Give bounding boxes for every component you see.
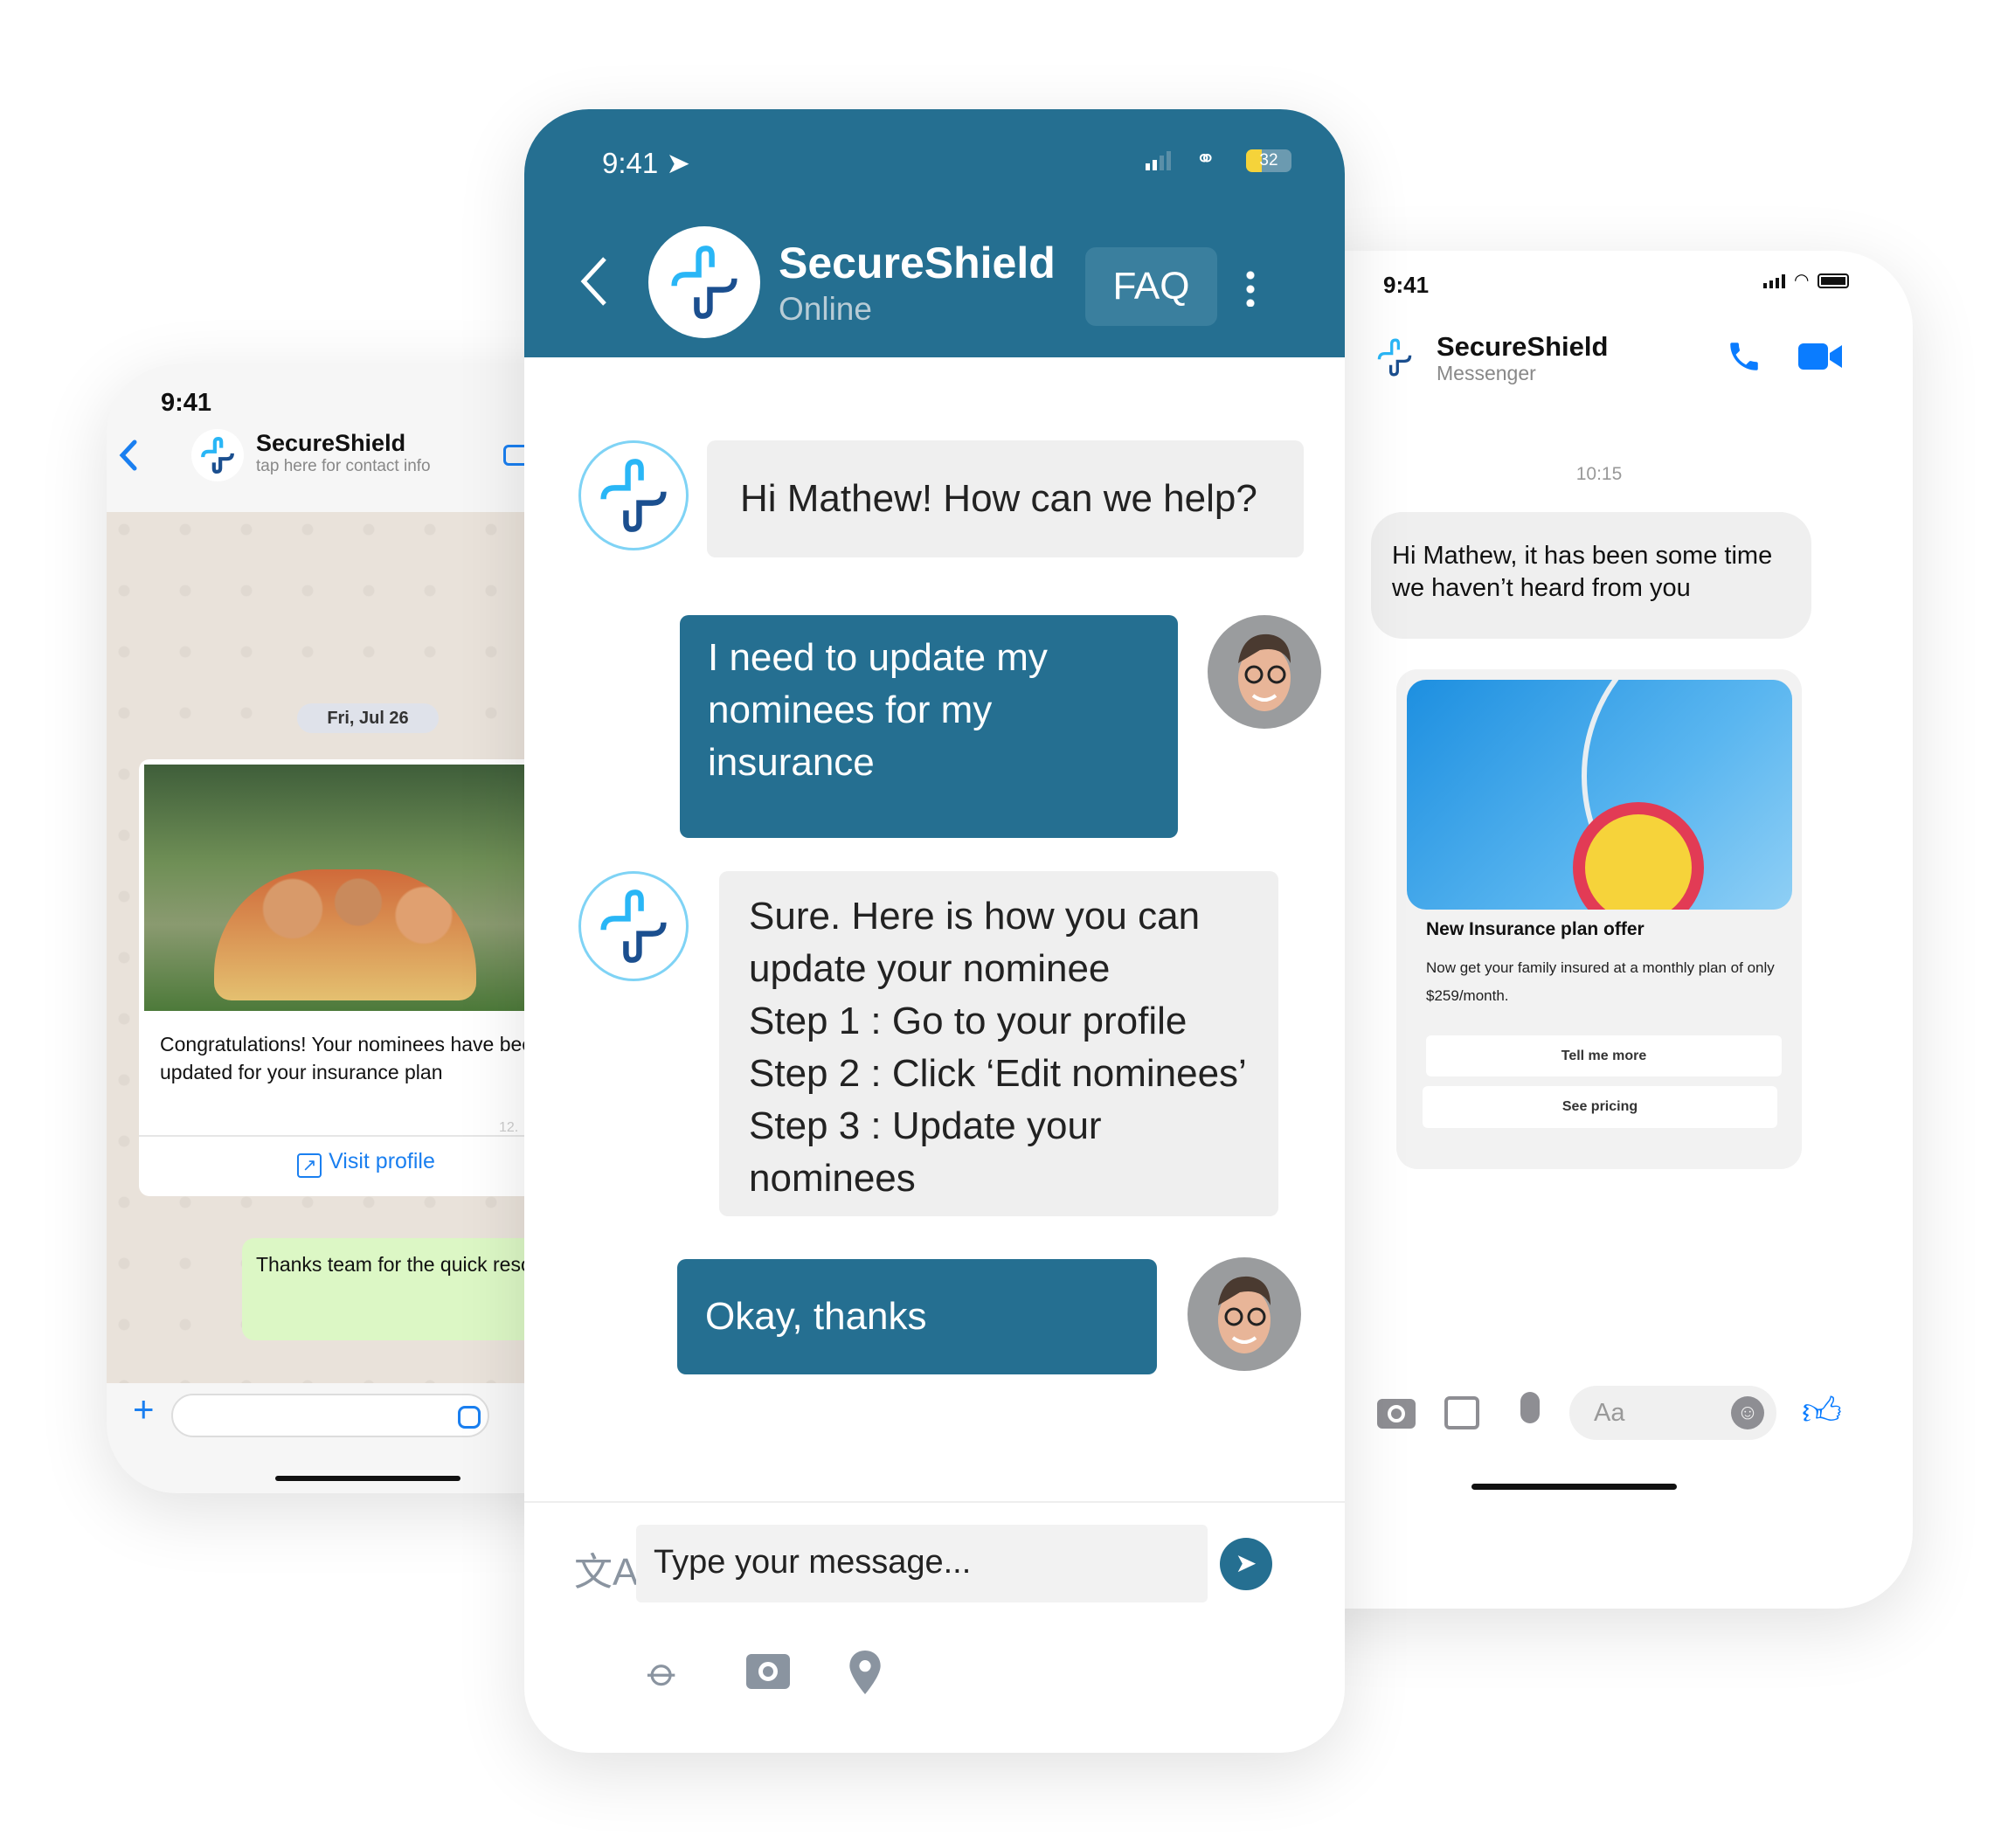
faq-button[interactable]: FAQ (1085, 247, 1217, 326)
contact-avatar[interactable] (191, 429, 244, 481)
home-indicator (1471, 1484, 1677, 1490)
signal-icon (1763, 274, 1785, 288)
message-line: I need to update my (708, 636, 1048, 679)
plus-icon[interactable]: + (133, 1391, 155, 1428)
card-text: Congratulations! Your nominees have been… (160, 1033, 544, 1083)
message-line: nominees for my (708, 689, 993, 731)
bot-avatar (578, 440, 689, 550)
brand-avatar[interactable] (648, 226, 760, 338)
family-figures (214, 869, 476, 1000)
messenger-phone: 9:41 ◠ SecureShield Messenger 10:15 Hi M… (1267, 251, 1913, 1609)
date-pill: Fri, Jul 26 (297, 703, 439, 733)
chat-title: SecureShield (779, 239, 1056, 287)
video-call-icon[interactable] (1798, 341, 1842, 372)
thumbs-up-icon[interactable]: 👍︎ (1802, 1388, 1842, 1435)
home-indicator (275, 1476, 460, 1481)
message-line: Step 2 : Click ‘Edit nominees’ (749, 1052, 1247, 1095)
secureshield-logo-icon (671, 246, 737, 319)
online-status: Online (779, 291, 872, 327)
bot-message: Sure. Here is how you can update your no… (719, 871, 1278, 1216)
user-message: Okay, thanks (677, 1259, 1157, 1374)
location-arrow-icon: ➤ (666, 147, 691, 179)
status-icons: ◠ (1763, 271, 1850, 290)
signal-icon (1146, 151, 1171, 170)
see-pricing-button[interactable]: See pricing (1423, 1086, 1777, 1128)
offer-card: New Insurance plan offer Now get your fa… (1396, 669, 1802, 1169)
message-line: Step 1 : Go to your profile (749, 1000, 1187, 1042)
user-avatar (1208, 615, 1321, 729)
more-options-icon[interactable] (1246, 268, 1255, 307)
user-face-icon (1238, 633, 1291, 711)
secureshield-logo-icon (600, 889, 667, 963)
secureshield-logo-icon (1377, 338, 1412, 377)
chat-background: Fri, Jul 26 Congratulations! Your nomine… (107, 512, 596, 1383)
contact-subtitle: Messenger (1437, 362, 1536, 384)
gallery-icon[interactable] (1444, 1396, 1479, 1429)
secureshield-logo-icon (600, 459, 667, 532)
ferris-wheel-image (1407, 680, 1792, 910)
divider (524, 1501, 1345, 1503)
back-chevron-icon[interactable] (577, 255, 612, 308)
battery-indicator: 32 (1246, 149, 1291, 172)
tell-me-more-button[interactable]: Tell me more (1426, 1035, 1782, 1076)
visit-profile-label: Visit profile (329, 1149, 435, 1173)
bot-avatar (578, 871, 689, 981)
offer-description: Now get your family insured at a monthly… (1426, 959, 1775, 1004)
bot-message: Hi Mathew! How can we help? (707, 440, 1304, 557)
contact-subtitle[interactable]: tap here for contact info (256, 457, 431, 476)
whatsapp-phone: 9:41 SecureShield tap here for contact i… (107, 364, 596, 1493)
contact-name[interactable]: SecureShield (1437, 331, 1608, 363)
external-link-icon: ↗ (297, 1153, 322, 1178)
message-input[interactable] (171, 1394, 489, 1437)
timestamp: 10:15 (1575, 464, 1623, 484)
status-time: 9:41 (161, 389, 212, 417)
contact-name[interactable]: SecureShield (256, 430, 405, 457)
wifi-icon: ◠ (1794, 271, 1810, 290)
status-time: 9:41 (1383, 272, 1430, 298)
chat-header: 9:41 ➤ ⚭ 32 SecureShield Online FAQ (524, 109, 1345, 357)
message-line: Step 3 : Update your (749, 1104, 1102, 1147)
translate-icon[interactable]: 文A (574, 1540, 638, 1596)
link-icon: ⚭ (1195, 145, 1216, 172)
microphone-icon[interactable] (1520, 1392, 1540, 1423)
emoji-icon[interactable]: ☺ (1731, 1396, 1764, 1429)
incoming-message: Hi Mathew, it has been some time we have… (1371, 512, 1811, 639)
input-placeholder: Aa (1594, 1399, 1625, 1427)
send-button[interactable]: ➤ (1220, 1538, 1272, 1590)
sticker-icon[interactable] (458, 1406, 481, 1429)
status-time-label: 9:41 (602, 147, 659, 179)
back-chevron-icon[interactable] (117, 440, 140, 471)
offer-title: New Insurance plan offer (1426, 919, 1644, 939)
secureshield-logo-icon (201, 437, 234, 474)
message-line: update your nominee (749, 947, 1111, 990)
battery-icon (1818, 273, 1850, 288)
message-line: Sure. Here is how you can (749, 895, 1201, 938)
message-input[interactable]: Aa ☺ (1569, 1386, 1776, 1440)
phone-call-icon[interactable] (1726, 338, 1762, 375)
message-input[interactable]: Type your message... (636, 1525, 1208, 1602)
location-pin-icon[interactable] (849, 1651, 881, 1694)
camera-icon[interactable] (1377, 1399, 1416, 1429)
user-message: I need to update my nominees for my insu… (680, 615, 1178, 838)
camera-icon[interactable] (746, 1654, 790, 1689)
secureshield-chat-phone: 9:41 ➤ ⚭ 32 SecureShield Online FAQ Hi M… (524, 109, 1345, 1753)
user-avatar (1187, 1257, 1301, 1371)
input-placeholder: Type your message... (654, 1544, 972, 1581)
message-line: nominees (749, 1157, 916, 1200)
message-line: insurance (708, 741, 875, 784)
card-time: 12. (499, 1120, 519, 1135)
status-time: 9:41 ➤ (602, 146, 690, 180)
user-face-icon (1218, 1276, 1271, 1353)
attachment-icon[interactable]: ⌀ (639, 1647, 689, 1698)
